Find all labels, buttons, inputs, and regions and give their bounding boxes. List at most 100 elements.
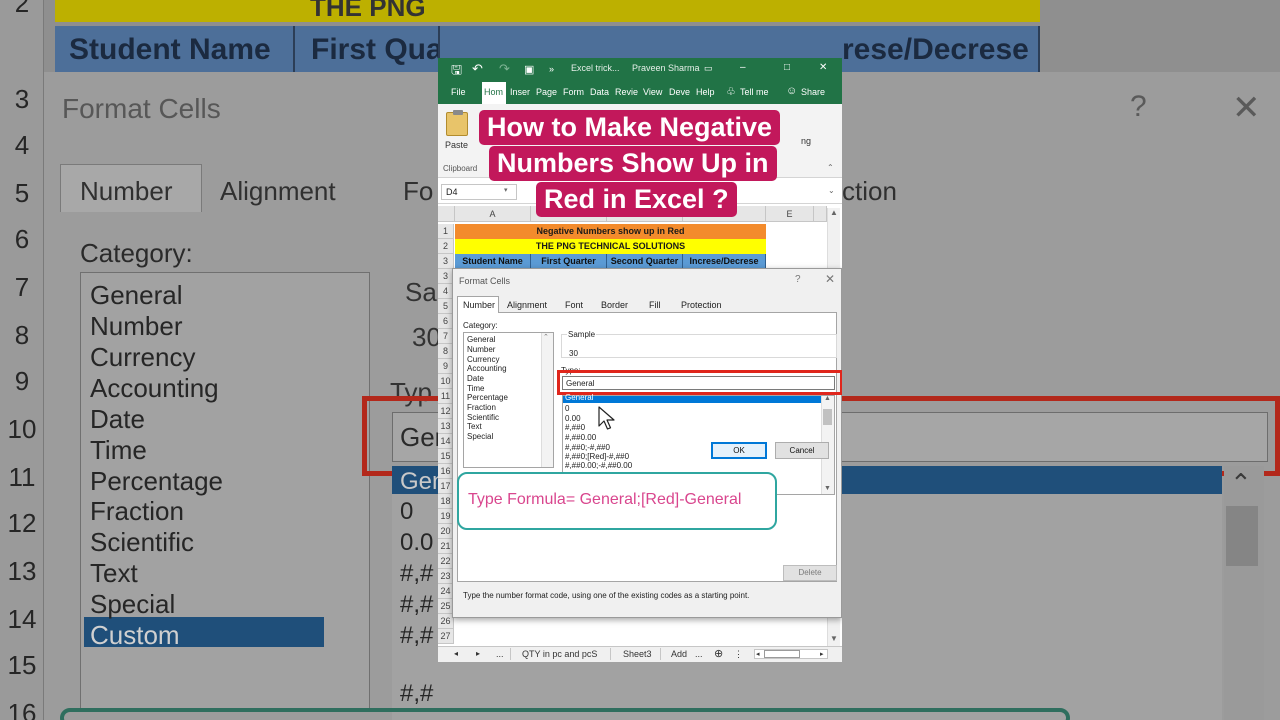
more-sheets-right[interactable]: ...: [695, 649, 703, 659]
format-item[interactable]: #,##0;[Red]-#,##0: [565, 452, 629, 461]
scroll-left-icon[interactable]: ◂: [756, 650, 760, 658]
sheet-tab-qty[interactable]: QTY in pc and pcS: [522, 649, 597, 659]
sheet-divider: [510, 648, 511, 660]
camera-icon[interactable]: ▣: [524, 63, 534, 76]
bg-category-item: Currency: [90, 342, 196, 372]
more-sheets-left[interactable]: ...: [496, 649, 504, 659]
minimize-icon[interactable]: –: [740, 62, 746, 73]
paste-icon[interactable]: [446, 110, 468, 136]
bg-row-number: 3: [14, 84, 30, 114]
options-icon[interactable]: ⋮: [734, 649, 743, 660]
header-cell-second-quarter[interactable]: Second Quarter: [607, 254, 683, 269]
scroll-down-icon[interactable]: ▼: [830, 634, 838, 643]
format-item[interactable]: #,##0.00: [565, 433, 596, 442]
category-scrollbar[interactable]: [541, 333, 553, 467]
dialog-title: Format Cells: [459, 276, 511, 286]
format-scroll-down-icon[interactable]: ▼: [824, 485, 831, 492]
sheet-tab-sheet3[interactable]: Sheet3: [623, 649, 652, 659]
ok-button[interactable]: OK: [711, 442, 767, 459]
share-button[interactable]: Share: [801, 87, 825, 97]
row-header[interactable]: 2: [438, 239, 454, 254]
tab-number[interactable]: Number: [463, 300, 495, 310]
maximize-icon[interactable]: □: [784, 62, 790, 73]
category-item[interactable]: Accounting: [467, 364, 507, 373]
category-item[interactable]: Time: [467, 384, 484, 393]
scroll-right-icon[interactable]: ▸: [820, 650, 824, 658]
close-icon[interactable]: ✕: [825, 272, 835, 286]
tab-page-layout[interactable]: Page: [536, 87, 557, 97]
paste-label[interactable]: Paste: [445, 140, 468, 150]
share-person-icon: ☺: [786, 85, 798, 97]
category-item[interactable]: Text: [467, 422, 482, 431]
category-item[interactable]: Number: [467, 345, 495, 354]
bg-row-number: 11: [8, 462, 36, 492]
close-window-icon[interactable]: ✕: [819, 62, 827, 73]
tab-home[interactable]: Hom: [484, 87, 503, 97]
cell-row1-title[interactable]: Negative Numbers show up in Red: [455, 224, 766, 239]
category-item[interactable]: Fraction: [467, 403, 496, 412]
tab-help[interactable]: Help: [696, 87, 715, 97]
format-item[interactable]: #,##0: [565, 423, 585, 432]
tab-file[interactable]: File: [451, 87, 466, 97]
collapse-ribbon-icon[interactable]: ⌃: [827, 163, 834, 172]
name-box-dropdown-icon[interactable]: ▾: [504, 186, 508, 194]
redo-icon[interactable]: ↷: [499, 61, 510, 77]
format-item-selected[interactable]: General: [565, 393, 593, 402]
format-scroll-up-icon[interactable]: ▲: [824, 395, 831, 402]
horizontal-scroll-thumb[interactable]: [764, 650, 800, 658]
tab-developer[interactable]: Deve: [669, 87, 690, 97]
format-item[interactable]: 0: [565, 404, 569, 413]
category-item[interactable]: General: [467, 335, 495, 344]
column-header-e[interactable]: E: [766, 206, 814, 222]
tell-me-search[interactable]: Tell me: [740, 87, 769, 97]
bg-row-number: 7: [14, 272, 30, 302]
bg-tab: ction: [842, 176, 897, 206]
category-item-selected[interactable]: Custom: [467, 441, 495, 450]
sheet-tab-add[interactable]: Add: [671, 649, 687, 659]
bg-format-scrollbar: [1224, 466, 1264, 720]
tab-border[interactable]: Border: [601, 300, 628, 310]
cell-row2-company[interactable]: THE PNG TECHNICAL SOLUTIONS: [455, 239, 766, 254]
category-item[interactable]: Scientific: [467, 413, 499, 422]
scroll-up-icon[interactable]: ▲: [830, 208, 838, 217]
row-header[interactable]: 27: [438, 629, 454, 644]
format-item[interactable]: #,##0;-#,##0: [565, 443, 610, 452]
format-item[interactable]: #,##0.00;-#,##0.00: [565, 461, 632, 470]
tab-insert[interactable]: Inser: [510, 87, 530, 97]
ribbon-display-icon[interactable]: ▭: [704, 63, 713, 74]
column-header-a[interactable]: A: [455, 206, 531, 222]
tab-fill[interactable]: Fill: [649, 300, 661, 310]
category-item[interactable]: Date: [467, 374, 484, 383]
category-item[interactable]: Special: [467, 432, 493, 441]
category-item[interactable]: Currency: [467, 355, 499, 364]
header-cell-first-quarter[interactable]: First Quarter: [531, 254, 607, 269]
column-header-f[interactable]: [814, 206, 827, 222]
tab-data[interactable]: Data: [590, 87, 609, 97]
help-icon[interactable]: ?: [795, 274, 801, 285]
undo-icon[interactable]: ↶: [472, 61, 483, 77]
tab-font[interactable]: Font: [565, 300, 583, 310]
category-scroll-up-icon[interactable]: ⌃: [543, 333, 549, 341]
tab-alignment[interactable]: Alignment: [507, 300, 547, 310]
select-all-corner[interactable]: [438, 206, 455, 222]
more-commands-icon[interactable]: »: [549, 64, 554, 74]
header-cell-student-name[interactable]: Student Name: [455, 254, 531, 269]
tab-view[interactable]: View: [643, 87, 662, 97]
cancel-button[interactable]: Cancel: [775, 442, 829, 459]
category-item[interactable]: Percentage: [467, 393, 508, 402]
next-sheet-icon[interactable]: ▸: [476, 649, 480, 658]
tab-protection[interactable]: Protection: [681, 300, 722, 310]
bg-format-item: 0: [400, 498, 414, 525]
bg-sample-label: Sa: [405, 277, 437, 307]
header-cell-increase-decrease[interactable]: Increse/Decrese: [683, 254, 766, 269]
new-sheet-plus-icon[interactable]: ⊕: [714, 647, 723, 660]
format-scroll-thumb[interactable]: [823, 409, 832, 425]
row-header[interactable]: 1: [438, 224, 454, 239]
tab-review[interactable]: Revie: [615, 87, 638, 97]
expand-formula-bar-icon[interactable]: ⌄: [828, 186, 835, 195]
tab-formulas[interactable]: Form: [563, 87, 584, 97]
delete-button[interactable]: Delete: [783, 565, 837, 581]
row-header[interactable]: 3: [438, 254, 454, 269]
format-item[interactable]: 0.00: [565, 414, 581, 423]
prev-sheet-icon[interactable]: ◂: [454, 649, 458, 658]
